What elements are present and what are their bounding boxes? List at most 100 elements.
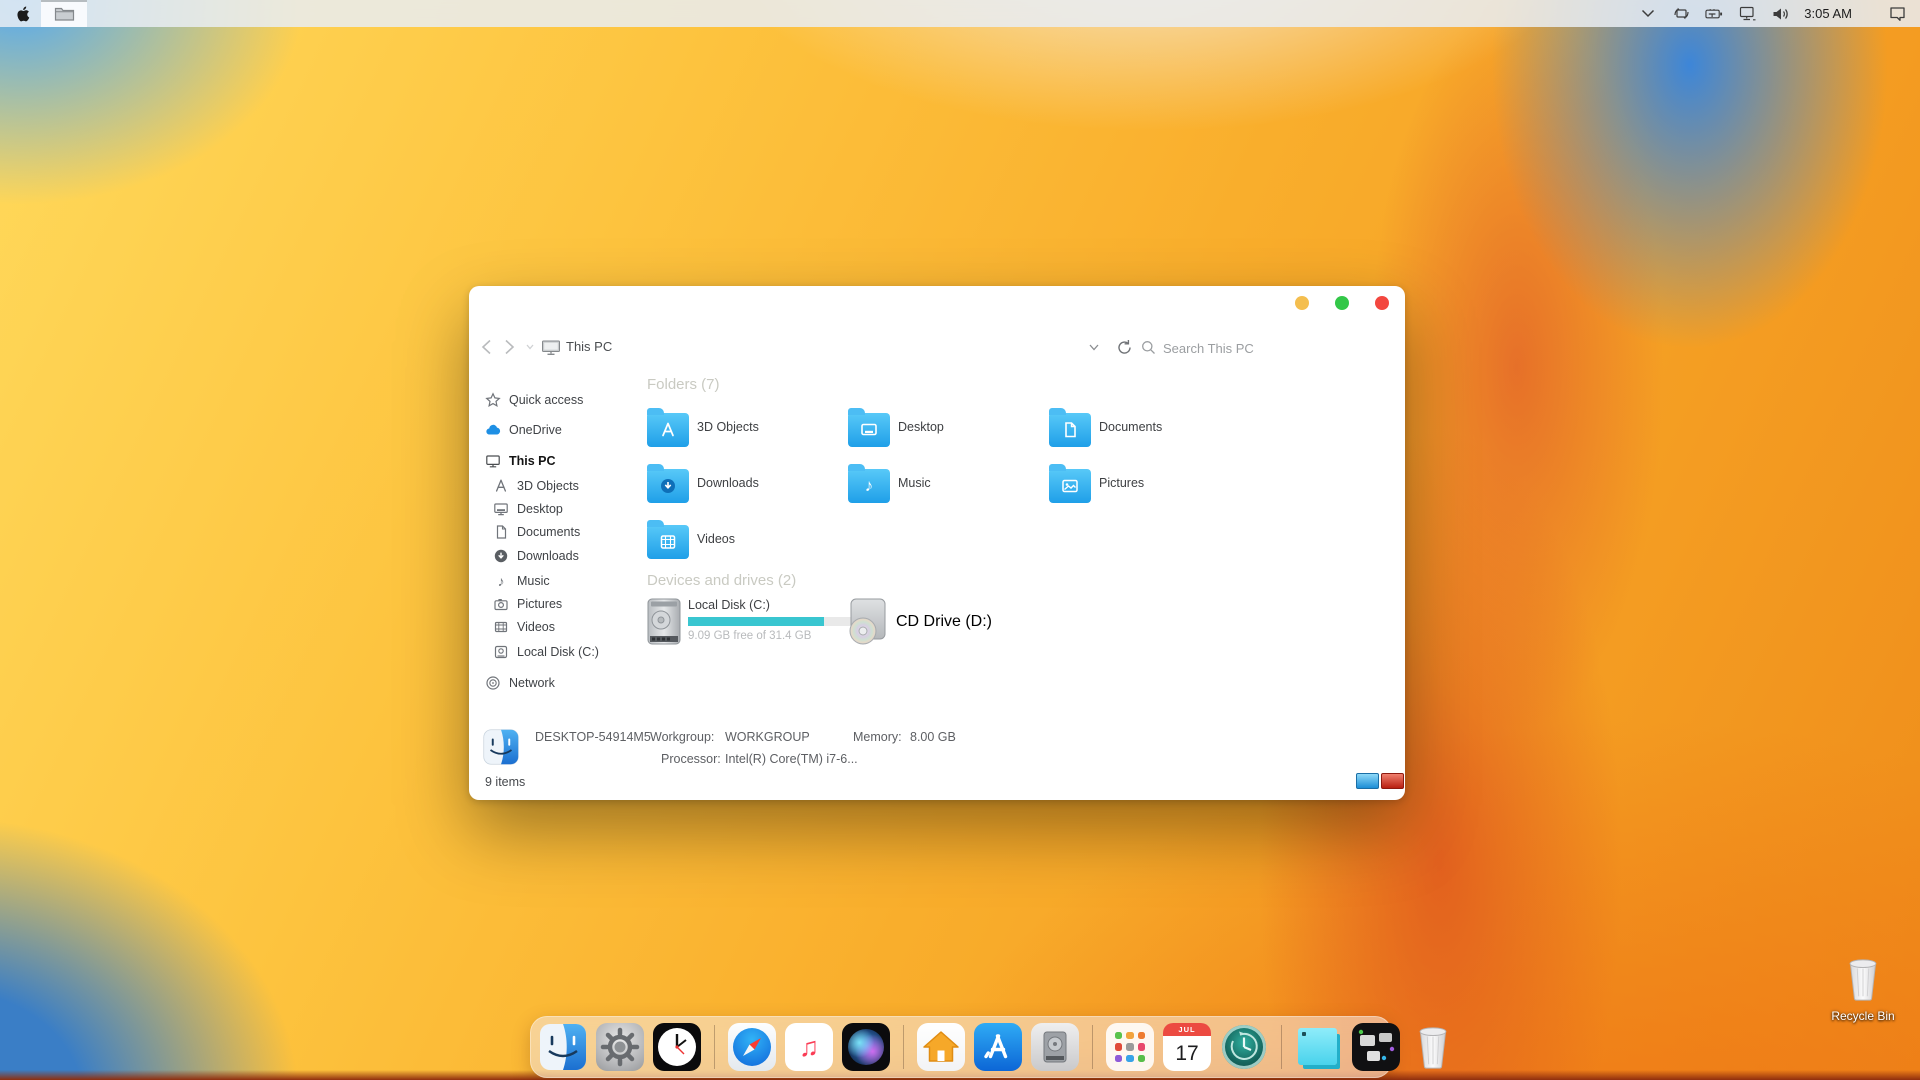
stickies-corner-dot	[1302, 1032, 1306, 1036]
sidebar-item-desktop[interactable]: Desktop	[493, 499, 563, 519]
dock-home-icon[interactable]	[917, 1023, 965, 1071]
action-center-icon[interactable]	[1888, 5, 1906, 23]
folder-icon	[54, 5, 75, 22]
hidden-icons-chevron-icon[interactable]	[1639, 5, 1657, 23]
processor-value: Intel(R) Core(TM) i7-6...	[725, 752, 858, 766]
dock-music-icon[interactable]: ♫	[785, 1023, 833, 1071]
desktop-icon	[493, 501, 509, 517]
dock-calendar-icon[interactable]: JUL 17	[1163, 1023, 1211, 1071]
forward-button[interactable]	[504, 337, 515, 357]
apple-menu-icon[interactable]	[13, 5, 31, 23]
folder-icon: ♪	[848, 469, 890, 503]
explorer-window: This PC Quick access OneDrive This PC 3D…	[469, 286, 1405, 800]
music-note-glyph: ♪	[848, 469, 890, 503]
folder-tile-desktop[interactable]: Desktop	[848, 404, 1040, 450]
refresh-button[interactable]	[1117, 337, 1132, 357]
dock-safari-icon[interactable]	[728, 1023, 776, 1071]
dock: ♫ JUL 17	[530, 1016, 1392, 1078]
drive-tile-cd[interactable]: CD Drive (D:)	[845, 598, 992, 645]
this-pc-icon	[541, 337, 561, 357]
battery-icon[interactable]	[1705, 5, 1723, 23]
camera-icon	[493, 596, 509, 612]
search-icon	[1141, 337, 1156, 357]
folder-tile-3d-objects[interactable]: 3D Objects	[647, 404, 839, 450]
search-input[interactable]	[1161, 336, 1375, 360]
sidebar-item-music[interactable]: ♪ Music	[493, 571, 550, 591]
dock-separator	[1092, 1025, 1093, 1069]
sidebar-item-network[interactable]: Network	[485, 673, 555, 693]
back-button[interactable]	[481, 337, 492, 357]
network-icon[interactable]	[1738, 5, 1756, 23]
desktop: 3:05 AM This PC Quick ac	[0, 0, 1920, 1080]
dock-launchpad-icon[interactable]	[1106, 1023, 1154, 1071]
folders-section-title: Folders (7)	[647, 376, 720, 393]
active-app-button[interactable]	[41, 0, 87, 27]
workgroup-value: WORKGROUP	[725, 730, 810, 744]
3d-objects-icon	[493, 478, 509, 494]
devices-section-title: Devices and drives (2)	[647, 572, 796, 589]
memory-value: 8.00 GB	[910, 730, 956, 744]
dock-separator	[1281, 1025, 1282, 1069]
workgroup-label: Workgroup:	[650, 730, 714, 744]
folder-icon	[647, 525, 689, 559]
sidebar-item-3d-objects[interactable]: 3D Objects	[493, 476, 579, 496]
dock-trash-icon[interactable]	[1409, 1023, 1457, 1071]
trash-icon	[1843, 956, 1883, 1002]
folder-tile-documents[interactable]: Documents	[1049, 404, 1241, 450]
zoom-button[interactable]	[1335, 296, 1349, 310]
folder-tile-pictures[interactable]: Pictures	[1049, 460, 1241, 506]
minimize-button[interactable]	[1295, 296, 1309, 310]
sidebar-item-this-pc[interactable]: This PC	[485, 451, 556, 471]
folder-tile-videos[interactable]: Videos	[647, 516, 839, 562]
items-count: 9 items	[485, 775, 525, 789]
drive-label: CD Drive (D:)	[896, 613, 992, 631]
recent-locations-chevron-icon[interactable]	[526, 337, 534, 357]
dock-mission-control-icon[interactable]	[1352, 1023, 1400, 1071]
processor-label: Processor:	[661, 752, 721, 766]
dock-separator	[714, 1025, 715, 1069]
download-icon	[493, 548, 509, 564]
disk-usage-fill	[688, 617, 824, 626]
dock-separator	[903, 1025, 904, 1069]
details-view-button[interactable]	[1356, 773, 1379, 789]
folder-icon	[848, 413, 890, 447]
star-icon	[485, 392, 501, 408]
music-note-glyph: ♫	[785, 1023, 833, 1071]
folder-tile-music[interactable]: ♪ Music	[848, 460, 1040, 506]
close-button[interactable]	[1375, 296, 1389, 310]
dock-time-machine-icon[interactable]	[1220, 1023, 1268, 1071]
sidebar-item-documents[interactable]: Documents	[493, 522, 580, 542]
recycle-bin[interactable]: Recycle Bin	[1822, 956, 1904, 1023]
folder-tile-downloads[interactable]: Downloads	[647, 460, 839, 506]
hard-drive-icon	[647, 598, 681, 645]
monitor-icon	[485, 453, 501, 469]
dock-settings-icon[interactable]	[596, 1023, 644, 1071]
sidebar-item-quick-access[interactable]: Quick access	[485, 390, 583, 410]
icons-view-button[interactable]	[1381, 773, 1404, 789]
sidebar-item-downloads[interactable]: Downloads	[493, 546, 579, 566]
sidebar-item-local-disk[interactable]: Local Disk (C:)	[493, 642, 599, 662]
dock-disk-utility-icon[interactable]	[1031, 1023, 1079, 1071]
dock-finder-icon[interactable]	[539, 1023, 587, 1071]
folder-icon	[1049, 413, 1091, 447]
menu-bar-clock[interactable]: 3:05 AM	[1804, 6, 1852, 21]
film-icon	[493, 619, 509, 635]
dock-clock-icon[interactable]	[653, 1023, 701, 1071]
folder-icon	[647, 413, 689, 447]
dock-stickies-icon[interactable]	[1295, 1023, 1343, 1071]
calendar-month: JUL	[1163, 1023, 1211, 1036]
dock-siri-icon[interactable]	[842, 1023, 890, 1071]
volume-icon[interactable]	[1771, 5, 1789, 23]
breadcrumb[interactable]: This PC	[566, 339, 612, 354]
cd-drive-icon	[845, 598, 889, 645]
dock-app-store-icon[interactable]	[974, 1023, 1022, 1071]
sidebar-item-onedrive[interactable]: OneDrive	[485, 420, 562, 440]
calendar-day: 17	[1163, 1036, 1211, 1071]
sidebar-item-videos[interactable]: Videos	[493, 617, 555, 637]
address-dropdown-chevron-icon[interactable]	[1089, 337, 1099, 357]
hard-drive-icon	[493, 644, 509, 660]
rotation-lock-icon[interactable]	[1672, 5, 1690, 23]
folder-icon	[1049, 469, 1091, 503]
music-note-icon: ♪	[493, 573, 509, 589]
sidebar-item-pictures[interactable]: Pictures	[493, 594, 562, 614]
